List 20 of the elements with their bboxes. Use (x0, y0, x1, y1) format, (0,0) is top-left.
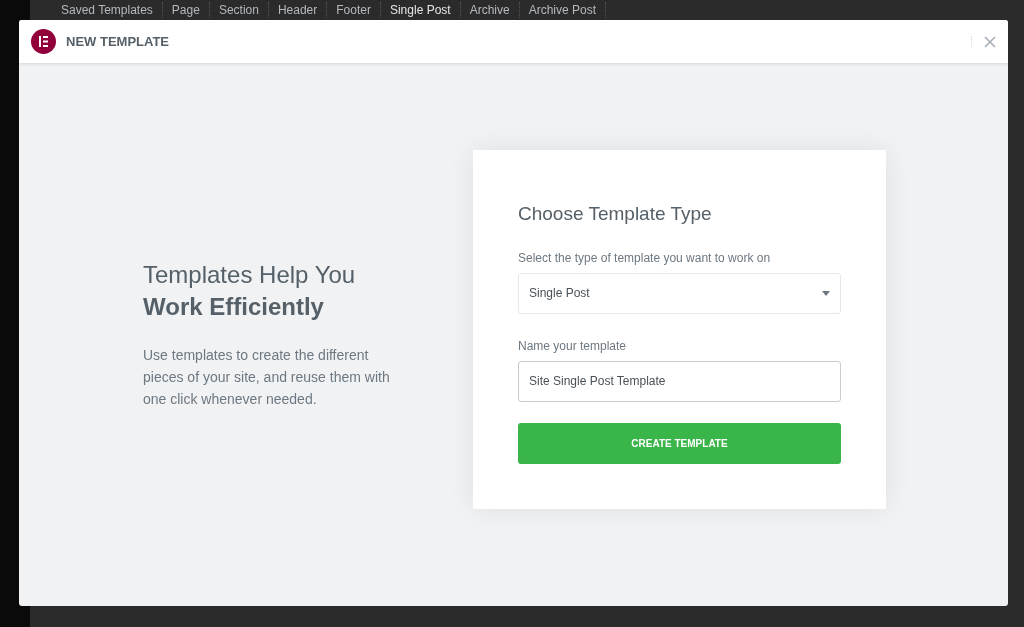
template-type-select[interactable]: Single Post (518, 272, 841, 314)
tab[interactable]: Saved Templates (52, 2, 163, 18)
modal-title: NEW TEMPLATE (66, 32, 170, 51)
tab[interactable]: Archive Post (519, 2, 607, 18)
close-button[interactable] (971, 35, 996, 48)
intro-heading: Templates Help You (143, 259, 357, 290)
intro-heading-bold: Work Efficiently (143, 291, 325, 322)
tab[interactable]: Header (268, 2, 328, 18)
elementor-logo-icon (31, 29, 56, 54)
tab[interactable]: Single Post (380, 2, 461, 18)
tab[interactable]: Page (162, 2, 210, 18)
tab[interactable]: Archive (460, 2, 520, 18)
form-title: Choose Template Type (518, 202, 713, 227)
field-label: Name your template (518, 337, 628, 355)
field-label: Select the type of template you want to work on (518, 249, 772, 267)
intro-text: Use templates to create the different pieces of your site, and reuse them with one click whenever needed. (143, 346, 391, 409)
tab[interactable]: Footer (327, 2, 381, 18)
caret-icon (822, 290, 830, 296)
template-name-field[interactable]: Site Single Post Template (518, 360, 841, 402)
tab[interactable]: Section (209, 2, 269, 18)
